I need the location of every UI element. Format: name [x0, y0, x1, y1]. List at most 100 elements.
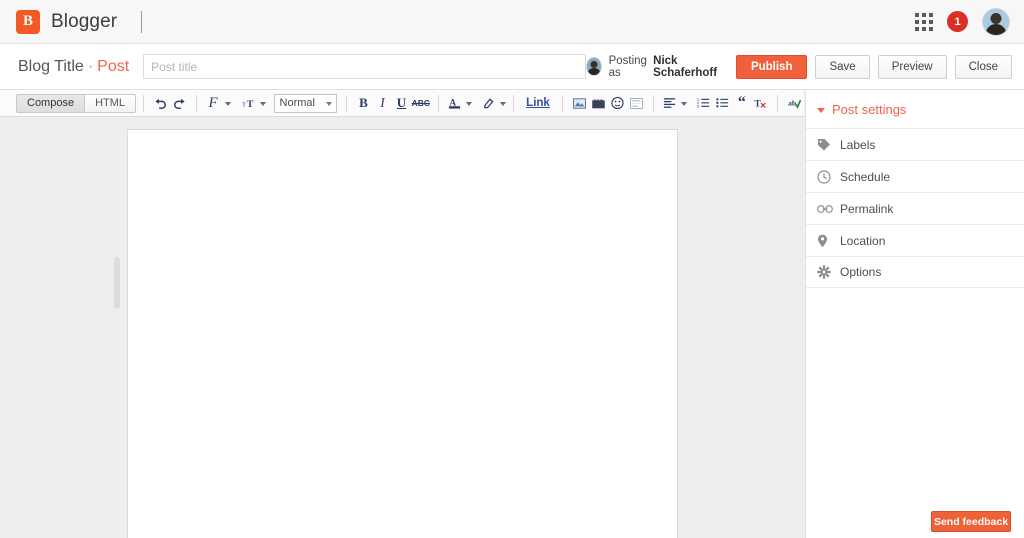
blogger-brand[interactable]: B Blogger [0, 9, 118, 34]
font-family-chevron-down-icon[interactable] [224, 102, 231, 106]
editor-toolbar: Compose HTML F T T Normal B I U ABC A Li… [0, 90, 804, 117]
editor-scrollbar-thumb[interactable] [114, 257, 120, 309]
highlighter-chevron-down-icon[interactable] [500, 102, 507, 106]
align-left-icon[interactable] [660, 93, 679, 113]
toolbar-separator [513, 94, 515, 112]
post-title-bar: Blog Title·Post Posting as Nick Schaferh… [0, 44, 1024, 90]
posting-as-name: Nick Schaferhoff [653, 54, 718, 79]
post-settings-sidebar: Post settings Labels Schedule Permalink … [805, 90, 1024, 538]
editor-canvas-area [0, 117, 804, 538]
posting-as: Posting as Nick Schaferhoff [586, 55, 724, 79]
breadcrumb-separator: · [87, 57, 94, 75]
paragraph-format-chevron-down-icon [326, 102, 333, 106]
font-family-icon[interactable]: F [204, 93, 223, 113]
blog-title-label: Blog Title [18, 57, 84, 75]
tab-compose[interactable]: Compose [16, 93, 86, 113]
sidebar-item-label: Labels [840, 137, 876, 152]
toolbar-separator [195, 94, 197, 112]
sidebar-item-options[interactable]: Options [806, 256, 1024, 288]
paragraph-format-select[interactable]: Normal [273, 93, 338, 113]
svg-text:T: T [242, 101, 246, 108]
top-header-actions: 1 [915, 7, 1024, 36]
font-size-chevron-down-icon[interactable] [259, 102, 266, 106]
top-header-bar: B Blogger 1 [0, 0, 1024, 44]
gear-icon [817, 265, 835, 279]
strikethrough-button[interactable]: ABC [411, 93, 431, 113]
toolbar-separator [143, 94, 144, 112]
post-action-buttons: Posting as Nick Schaferhoff Publish Save… [586, 54, 1024, 79]
bold-button[interactable]: B [354, 93, 373, 113]
svg-text:T: T [246, 99, 253, 110]
posting-as-avatar [586, 57, 602, 76]
svg-text:ab: ab [788, 98, 797, 107]
italic-button[interactable]: I [373, 93, 392, 113]
editor-scrollbar[interactable] [113, 129, 121, 538]
tag-icon [817, 138, 835, 151]
svg-text:T: T [755, 99, 762, 109]
sidebar-item-label: Options [840, 265, 882, 279]
underline-button[interactable]: U [392, 93, 411, 113]
link-icon [817, 204, 835, 214]
blogger-logo-icon: B [16, 9, 40, 34]
insert-image-icon[interactable] [570, 93, 589, 113]
svg-text:3: 3 [697, 105, 699, 109]
sidebar-item-schedule[interactable]: Schedule [806, 160, 1024, 192]
highlighter-icon[interactable] [479, 93, 498, 113]
editor-mode-tabs: Compose HTML [16, 93, 137, 113]
toolbar-separator [437, 94, 439, 112]
remove-formatting-icon[interactable]: T [751, 93, 770, 113]
sidebar-item-permalink[interactable]: Permalink [806, 192, 1024, 224]
publish-button[interactable]: Publish [735, 54, 808, 79]
notification-badge[interactable]: 1 [947, 11, 968, 32]
preview-button[interactable]: Preview [877, 54, 947, 79]
toolbar-separator [652, 94, 654, 112]
undo-icon[interactable] [151, 93, 170, 113]
posting-avatar-body [587, 68, 601, 75]
posting-avatar-head [590, 61, 598, 68]
post-body-editor[interactable] [127, 129, 678, 538]
blogger-post-editor: B Blogger 1 Blog Title · Post Post title… [0, 0, 1024, 538]
sidebar-item-label: Schedule [840, 169, 891, 184]
font-size-icon[interactable]: T T [239, 93, 258, 113]
sidebar-item-location[interactable]: Location [806, 224, 1024, 256]
close-button[interactable]: Close [954, 54, 1012, 79]
clock-icon [817, 169, 835, 184]
bullet-list-icon[interactable] [713, 93, 732, 113]
spellcheck-icon[interactable]: ab [785, 93, 804, 113]
tab-html[interactable]: HTML [85, 93, 137, 113]
avatar[interactable] [982, 7, 1010, 36]
sidebar-item-label: Permalink [840, 201, 894, 216]
toolbar-separator [346, 94, 347, 112]
jump-break-icon[interactable] [627, 93, 646, 113]
blockquote-icon[interactable]: “ [732, 93, 751, 113]
toolbar-separator [777, 94, 779, 112]
posting-as-prefix: Posting as [608, 54, 647, 79]
post-title-input[interactable] [143, 54, 587, 79]
apps-grid-icon[interactable] [915, 12, 933, 31]
avatar-head [990, 12, 1002, 24]
save-button[interactable]: Save [815, 54, 870, 79]
text-color-chevron-down-icon[interactable] [466, 102, 473, 106]
text-color-icon[interactable]: A [445, 93, 464, 113]
brand-name: Blogger [51, 10, 118, 32]
insert-emoji-icon[interactable] [608, 93, 627, 113]
toolbar-separator [561, 94, 563, 112]
post-settings-header[interactable]: Post settings [806, 90, 1024, 128]
map-pin-icon [817, 234, 835, 248]
paragraph-format-value: Normal [279, 97, 315, 109]
redo-icon[interactable] [170, 93, 189, 113]
collapse-triangle-icon [817, 107, 825, 113]
numbered-list-icon[interactable]: 123 [694, 93, 713, 113]
avatar-body [985, 23, 1007, 35]
canvas-right-rail [795, 117, 804, 538]
align-chevron-down-icon[interactable] [681, 102, 688, 106]
breadcrumb: Blog Title · Post [18, 58, 129, 76]
insert-link-button[interactable]: Link [521, 97, 555, 109]
post-settings-title: Post settings [832, 101, 907, 117]
header-divider [141, 10, 143, 33]
breadcrumb-section: Post [97, 57, 130, 75]
insert-video-icon[interactable] [589, 93, 608, 113]
send-feedback-button[interactable]: Send feedback [931, 511, 1011, 532]
sidebar-item-labels[interactable]: Labels [806, 128, 1024, 160]
sidebar-item-label: Location [840, 233, 886, 248]
